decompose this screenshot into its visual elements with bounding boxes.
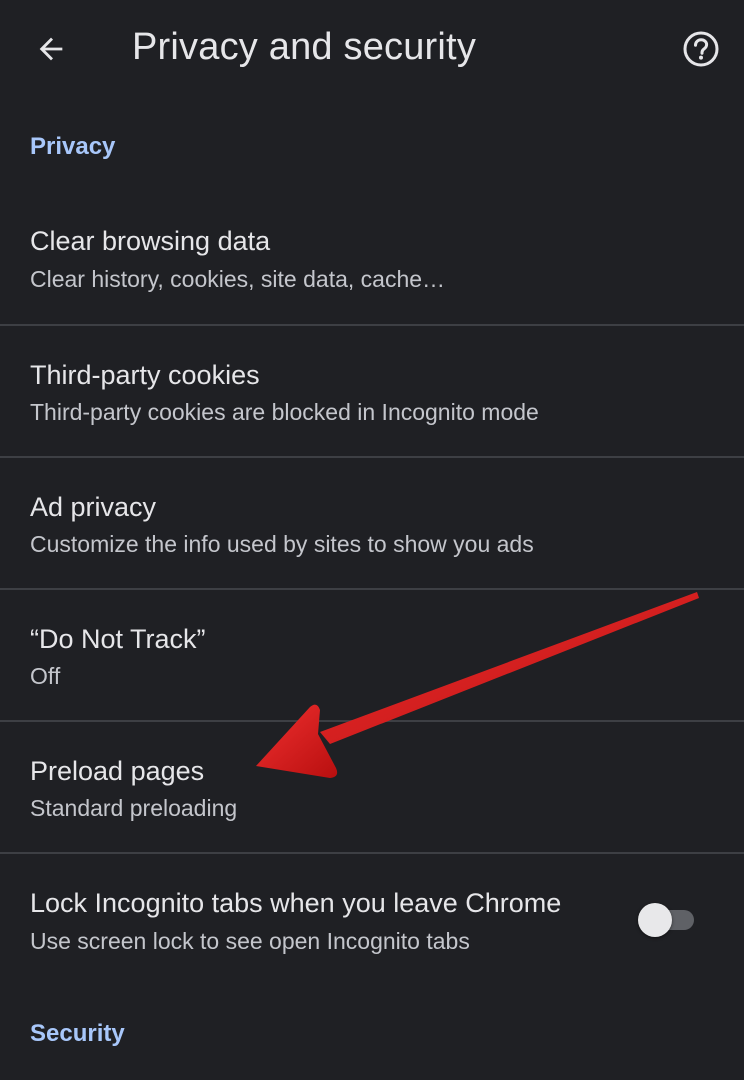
setting-row-do-not-track[interactable]: “Do Not Track” Off (0, 590, 744, 722)
row-title: “Do Not Track” (30, 624, 206, 654)
privacy-security-screen: Privacy and security Privacy Clear brows… (0, 0, 744, 1080)
row-title: Ad privacy (30, 492, 157, 522)
toolbar: Privacy and security (0, 0, 744, 98)
setting-row-clear-browsing-data[interactable]: Clear browsing data Clear history, cooki… (0, 192, 744, 324)
row-subtitle: Customize the info used by sites to show… (30, 531, 534, 557)
row-title: Lock Incognito tabs when you leave Chrom… (30, 888, 562, 918)
row-subtitle: Use screen lock to see open Incognito ta… (30, 928, 470, 954)
setting-row-lock-incognito-tabs[interactable]: Lock Incognito tabs when you leave Chrom… (0, 854, 744, 986)
setting-row-ad-privacy[interactable]: Ad privacy Customize the info used by si… (0, 458, 744, 590)
help-circle-icon (683, 31, 719, 67)
row-title: Preload pages (30, 756, 205, 786)
setting-row-third-party-cookies[interactable]: Third-party cookies Third-party cookies … (0, 326, 744, 458)
page-title: Privacy and security (132, 26, 477, 68)
section-header-privacy: Privacy (30, 133, 116, 160)
row-title: Third-party cookies (30, 360, 260, 390)
row-subtitle: Off (30, 663, 61, 689)
row-subtitle: Third-party cookies are blocked in Incog… (30, 399, 539, 425)
toggle-thumb (638, 903, 672, 937)
arrow-back-icon (39, 37, 63, 61)
section-header-security: Security (30, 1020, 125, 1047)
row-subtitle: Clear history, cookies, site data, cache… (30, 266, 446, 292)
lock-incognito-toggle[interactable] (638, 903, 696, 937)
help-button[interactable] (674, 22, 728, 76)
row-title: Clear browsing data (30, 226, 271, 256)
row-subtitle: Standard preloading (30, 795, 238, 821)
setting-row-preload-pages[interactable]: Preload pages Standard preloading (0, 722, 744, 854)
back-button[interactable] (22, 20, 80, 78)
